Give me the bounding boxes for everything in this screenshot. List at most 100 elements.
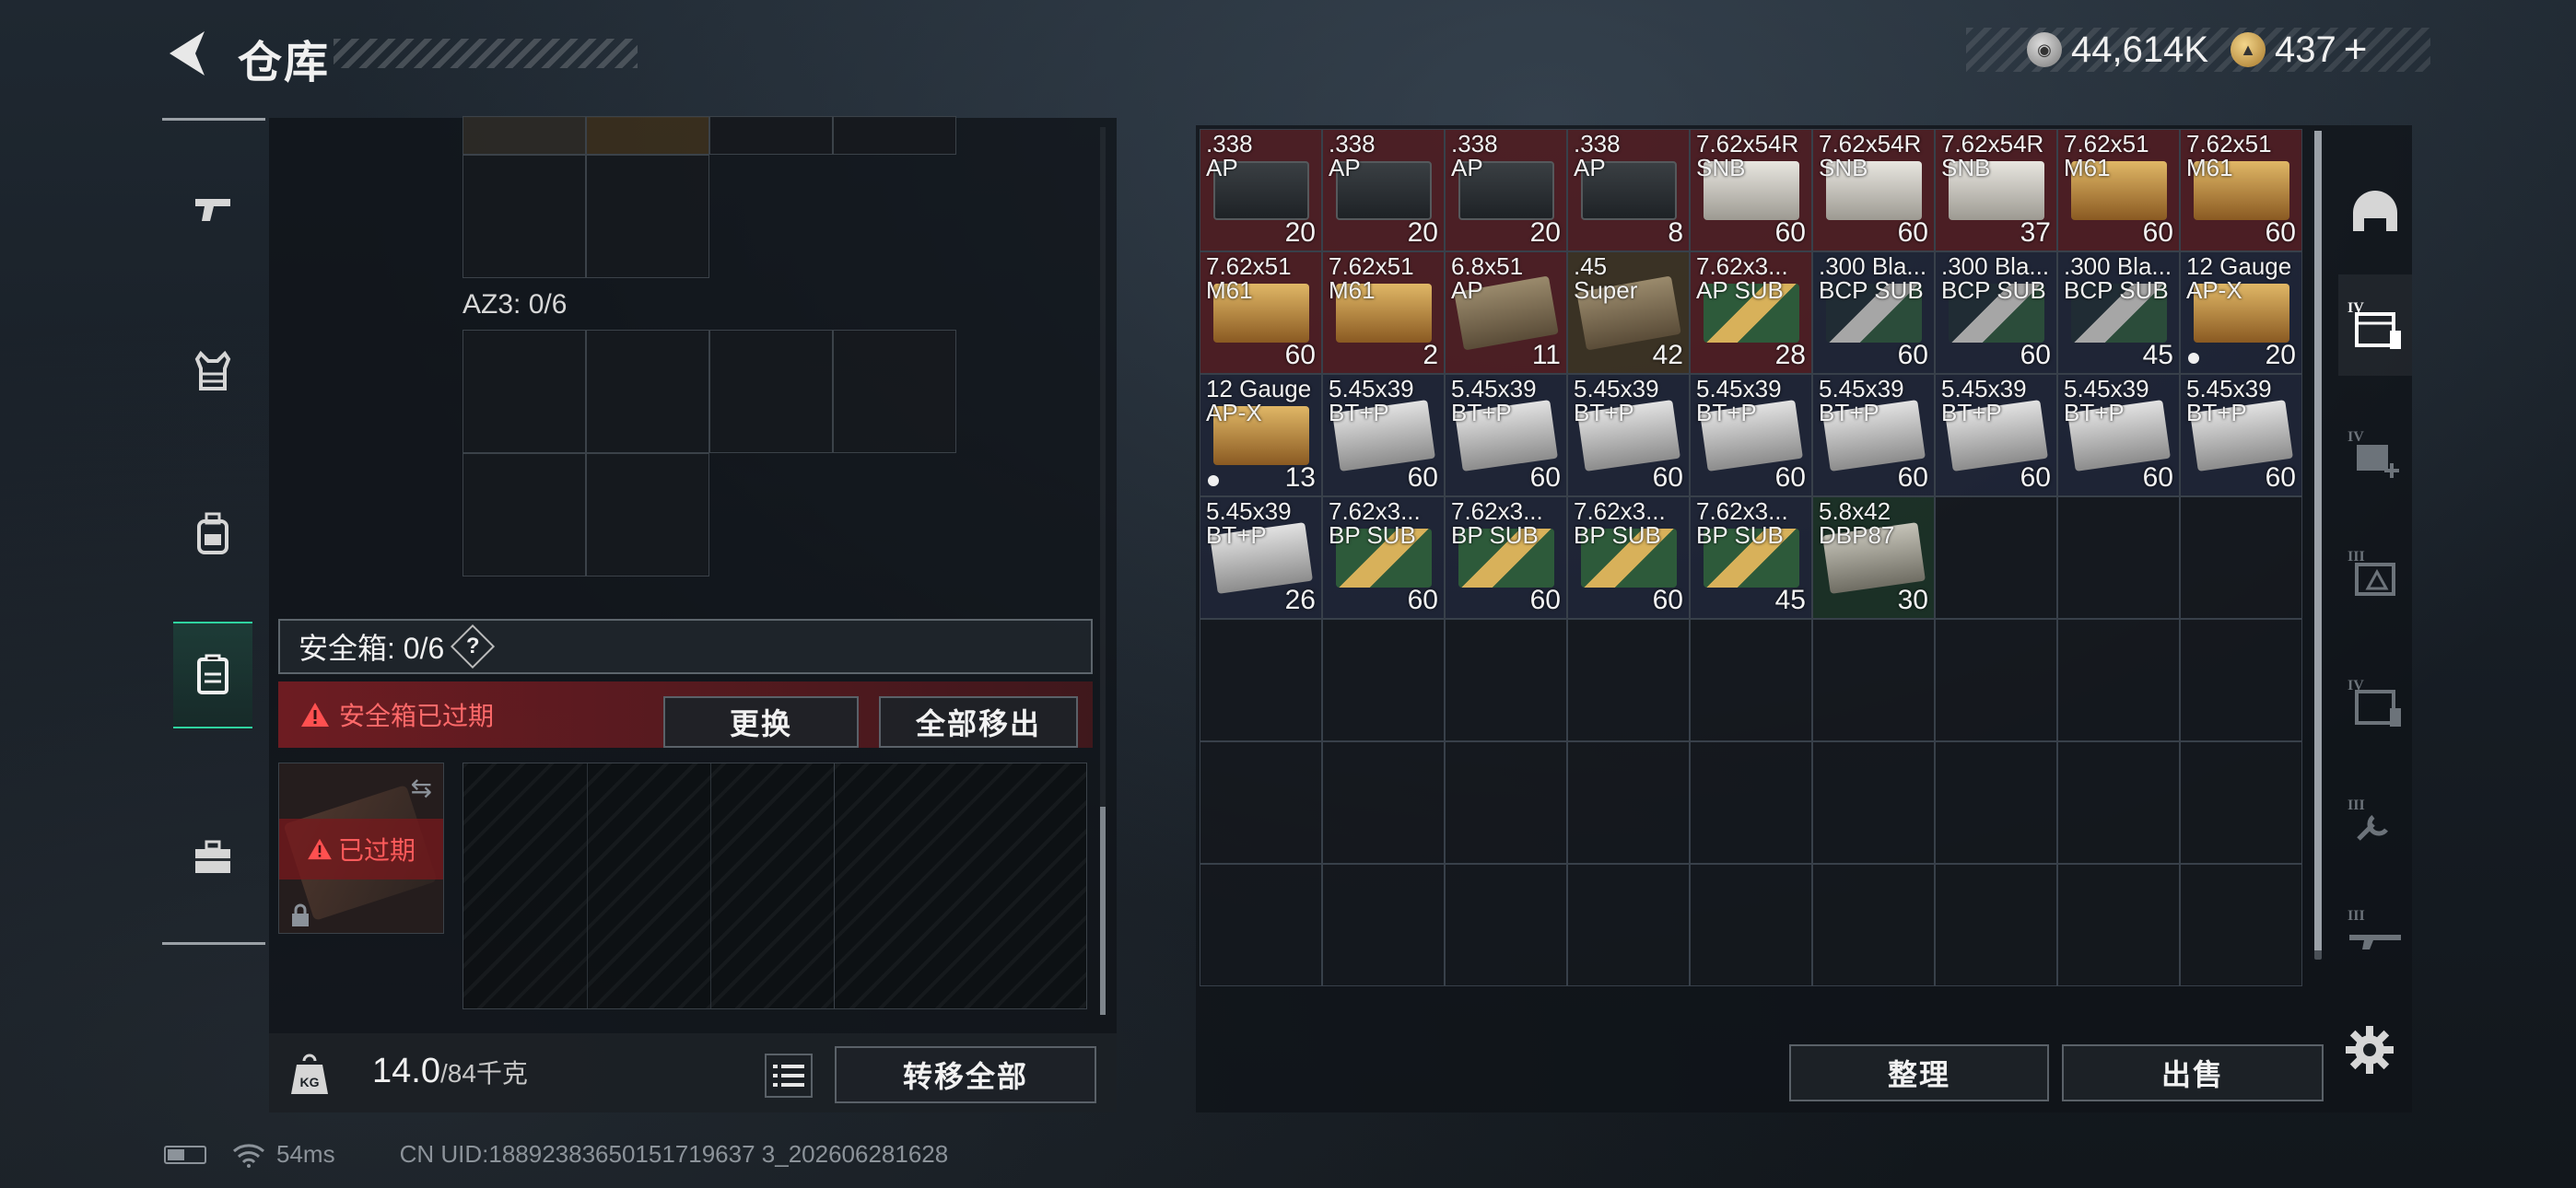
rnav-storage-iv-2[interactable]: IV: [2338, 652, 2412, 753]
inventory-slot-empty[interactable]: [1935, 496, 2057, 619]
inventory-item[interactable]: 7.62x54R SNB 60: [1812, 129, 1935, 251]
inventory-item[interactable]: 7.62x3... BP SUB 60: [1567, 496, 1690, 619]
inventory-item[interactable]: 7.62x3... BP SUB 60: [1322, 496, 1445, 619]
inventory-slot-empty[interactable]: [1690, 864, 1812, 986]
grid-cell[interactable]: [586, 116, 709, 155]
inventory-item[interactable]: .338 AP 20: [1322, 129, 1445, 251]
inventory-slot-empty[interactable]: [1322, 741, 1445, 864]
grid-cell[interactable]: [463, 453, 586, 577]
inventory-slot-empty[interactable]: [1322, 619, 1445, 741]
grid-cell[interactable]: [463, 330, 586, 453]
settings-gear-icon[interactable]: [2344, 1024, 2395, 1076]
inventory-slot-empty[interactable]: [2180, 619, 2302, 741]
inventory-slot-empty[interactable]: [1567, 619, 1690, 741]
inventory-slot-empty[interactable]: [1200, 741, 1322, 864]
inventory-slot-empty[interactable]: [1322, 864, 1445, 986]
inventory-item[interactable]: .338 AP 20: [1445, 129, 1567, 251]
transfer-all-button[interactable]: 转移全部: [835, 1046, 1096, 1103]
rnav-medical-iv[interactable]: IV: [2338, 403, 2412, 505]
inventory-slot-empty[interactable]: [1200, 619, 1322, 741]
back-arrow-icon[interactable]: [164, 28, 210, 79]
inventory-item[interactable]: 7.62x51 M61 60: [2057, 129, 2180, 251]
inventory-item[interactable]: 7.62x3... BP SUB 60: [1445, 496, 1567, 619]
rnav-weapons-iii[interactable]: III: [2338, 882, 2412, 984]
inventory-slot-empty[interactable]: [1445, 619, 1567, 741]
inventory-slot-empty[interactable]: [1445, 741, 1567, 864]
safe-case-slot[interactable]: ⇆ 已过期: [278, 763, 444, 934]
inventory-item[interactable]: 5.45x39 BT+P 26: [1200, 496, 1322, 619]
add-currency-button[interactable]: +: [2344, 27, 2368, 73]
sort-button[interactable]: 整理: [1789, 1044, 2049, 1101]
inventory-slot-empty[interactable]: [2057, 741, 2180, 864]
rnav-storage-iv[interactable]: IV: [2338, 274, 2412, 376]
grid-cell[interactable]: [709, 116, 833, 155]
inventory-item[interactable]: 5.8x42 DBP87 30: [1812, 496, 1935, 619]
inventory-item[interactable]: 7.62x3... AP SUB 28: [1690, 251, 1812, 374]
inventory-item[interactable]: 5.45x39 BT+P 60: [2180, 374, 2302, 496]
inventory-slot-empty[interactable]: [1567, 864, 1690, 986]
inventory-item[interactable]: 7.62x54R SNB 60: [1690, 129, 1812, 251]
grid-cell[interactable]: [709, 330, 833, 453]
inventory-item[interactable]: 7.62x3... BP SUB 45: [1690, 496, 1812, 619]
nav-backpack[interactable]: [173, 480, 252, 587]
inventory-item[interactable]: 7.62x51 M61 60: [1200, 251, 1322, 374]
inventory-slot-empty[interactable]: [1200, 864, 1322, 986]
rnav-tools-iii[interactable]: III: [2338, 772, 2412, 873]
replace-button[interactable]: 更换: [663, 696, 859, 748]
inventory-slot-empty[interactable]: [1690, 741, 1812, 864]
nav-armor[interactable]: [173, 318, 252, 425]
rnav-helmet[interactable]: [2338, 164, 2412, 265]
inventory-item[interactable]: 5.45x39 BT+P 60: [2057, 374, 2180, 496]
inventory-item[interactable]: 5.45x39 BT+P 60: [1690, 374, 1812, 496]
grid-cell[interactable]: [586, 155, 709, 278]
inventory-slot-empty[interactable]: [1935, 619, 2057, 741]
inventory-slot-empty[interactable]: [1812, 741, 1935, 864]
inventory-item[interactable]: 7.62x54R SNB 37: [1935, 129, 2057, 251]
inventory-slot-empty[interactable]: [1445, 864, 1567, 986]
inventory-item[interactable]: 12 Gauge AP-X 20: [2180, 251, 2302, 374]
grid-cell[interactable]: [463, 116, 586, 155]
inventory-item[interactable]: 12 Gauge AP-X 13: [1200, 374, 1322, 496]
inventory-slot-empty[interactable]: [2180, 496, 2302, 619]
move-all-out-button[interactable]: 全部移出: [879, 696, 1078, 748]
inventory-slot-empty[interactable]: [1690, 619, 1812, 741]
nav-safe-case[interactable]: [173, 622, 252, 728]
inventory-slot-empty[interactable]: [1812, 619, 1935, 741]
grid-cell[interactable]: [833, 116, 956, 155]
inventory-slot-empty[interactable]: [2057, 619, 2180, 741]
inventory-item[interactable]: 5.45x39 BT+P 60: [1445, 374, 1567, 496]
inventory-item[interactable]: .300 Bla... BCP SUB 45: [2057, 251, 2180, 374]
inventory-slot-empty[interactable]: [1935, 864, 2057, 986]
nav-toolbox[interactable]: [173, 804, 252, 911]
rnav-throwables-iii[interactable]: III: [2338, 523, 2412, 624]
inventory-item[interactable]: 5.45x39 BT+P 60: [1935, 374, 2057, 496]
list-view-button[interactable]: [765, 1054, 813, 1098]
inventory-slot-empty[interactable]: [1812, 864, 1935, 986]
grid-cell[interactable]: [463, 155, 586, 278]
inventory-slot-empty[interactable]: [2057, 496, 2180, 619]
right-scrollbar-thumb[interactable]: [2314, 131, 2322, 950]
inventory-slot-empty[interactable]: [2180, 864, 2302, 986]
nav-weapons[interactable]: [173, 156, 252, 262]
inventory-slot-empty[interactable]: [1935, 741, 2057, 864]
grid-cell[interactable]: [586, 330, 709, 453]
inventory-item[interactable]: .300 Bla... BCP SUB 60: [1935, 251, 2057, 374]
grid-cell[interactable]: [833, 330, 956, 453]
inventory-item[interactable]: 5.45x39 BT+P 60: [1322, 374, 1445, 496]
inventory-item[interactable]: 6.8x51 AP 11: [1445, 251, 1567, 374]
inventory-item[interactable]: .45 Super 42: [1567, 251, 1690, 374]
inventory-slot-empty[interactable]: [2057, 864, 2180, 986]
sell-button[interactable]: 出售: [2062, 1044, 2324, 1101]
swap-icon[interactable]: ⇆: [411, 773, 432, 803]
inventory-item[interactable]: 5.45x39 BT+P 60: [1812, 374, 1935, 496]
left-scrollbar-thumb[interactable]: [1100, 807, 1106, 1015]
inventory-slot-empty[interactable]: [1567, 741, 1690, 864]
inventory-item[interactable]: 7.62x51 M61 2: [1322, 251, 1445, 374]
inventory-item[interactable]: .300 Bla... BCP SUB 60: [1812, 251, 1935, 374]
inventory-item[interactable]: 5.45x39 BT+P 60: [1567, 374, 1690, 496]
inventory-item[interactable]: .338 AP 20: [1200, 129, 1322, 251]
inventory-item[interactable]: 7.62x51 M61 60: [2180, 129, 2302, 251]
grid-cell[interactable]: [586, 453, 709, 577]
inventory-item[interactable]: .338 AP 8: [1567, 129, 1690, 251]
inventory-slot-empty[interactable]: [2180, 741, 2302, 864]
